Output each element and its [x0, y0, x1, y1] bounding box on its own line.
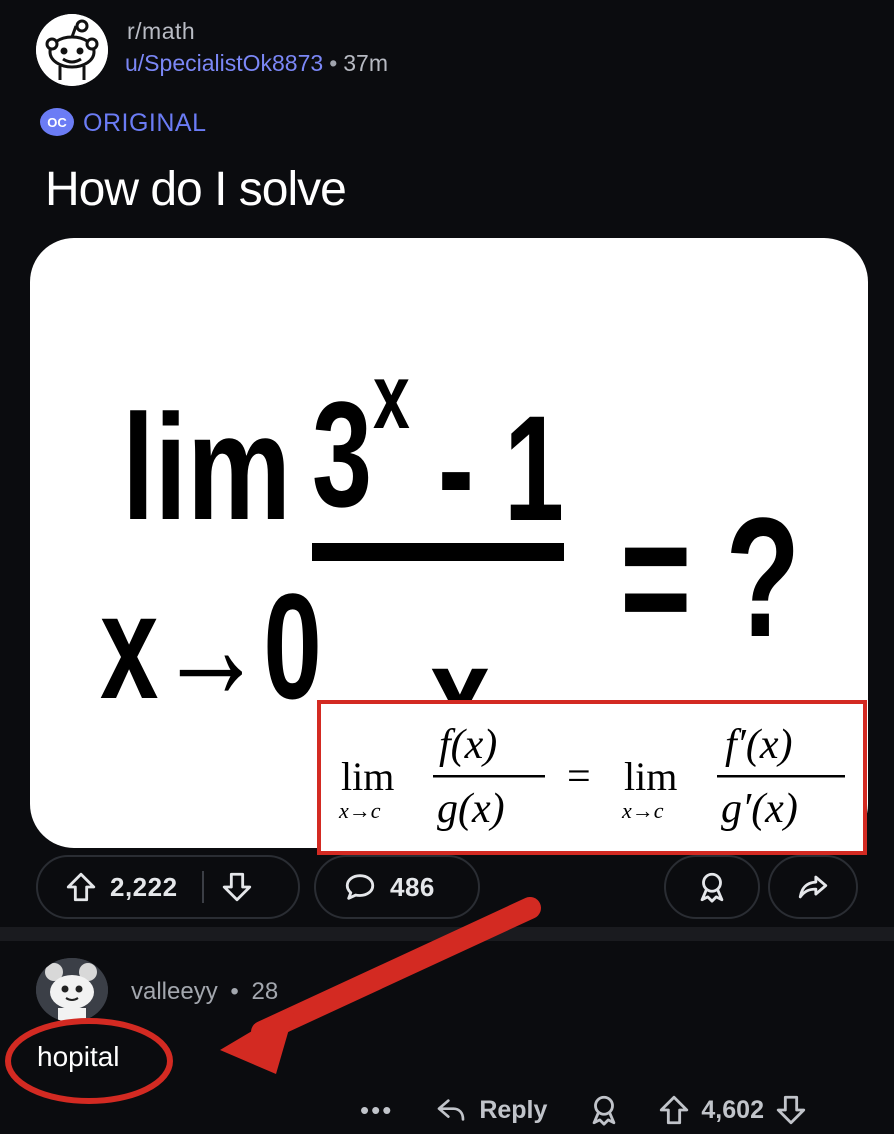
upvote-icon[interactable] [64, 870, 98, 904]
comment-body: hopital [37, 1041, 120, 1072]
comment-vote-count: 4,602 [701, 1095, 764, 1124]
comment-meta-separator: • [230, 978, 239, 1005]
post-author[interactable]: u/SpecialistOk8873 [125, 50, 323, 76]
vote-control: 2,222 [36, 855, 300, 919]
reply-button[interactable]: Reply [479, 1096, 547, 1125]
subreddit-name[interactable]: r/math [127, 18, 195, 45]
formula-rhs-bar [717, 775, 845, 778]
vote-divider [201, 871, 204, 903]
numerator-exponent: x [373, 344, 410, 447]
award-button[interactable] [664, 855, 760, 919]
award-icon [700, 872, 724, 903]
reddit-snoo-icon [36, 14, 108, 86]
comment-meta: valleeyy • 28 [131, 978, 278, 1006]
equals-question: = ? [620, 483, 800, 672]
numerator-minus-one: - 1 [438, 385, 564, 553]
limit-subscript: x→0 [100, 564, 322, 731]
comment-downvote-icon[interactable] [774, 1093, 808, 1127]
lhopital-rule-formula: lim x→c f(x) g(x) = lim x→c f′(x) g′(x) [317, 700, 867, 855]
formula-lhs-bar [433, 775, 545, 778]
formula-equals: = [567, 754, 591, 800]
share-icon [798, 875, 828, 899]
formula-rhs-sub: x→c [621, 798, 664, 823]
lhopital-formula-svg: lim x→c f(x) g(x) = lim x→c f′(x) g′(x) [338, 722, 845, 832]
post-title[interactable]: How do I solve [45, 162, 347, 217]
downvote-icon[interactable] [220, 870, 254, 904]
comment-author[interactable]: valleeyy [131, 978, 218, 1005]
oc-icon: OC [40, 108, 74, 136]
snoo-avatar-icon [36, 958, 108, 1022]
comment-count: 486 [390, 871, 435, 902]
comment-actions: ••• Reply 4,602 [360, 1090, 808, 1130]
formula-rhs-denominator: g′(x) [721, 786, 798, 832]
section-divider [0, 927, 894, 941]
subreddit-avatar[interactable] [36, 14, 108, 86]
comment-icon [345, 874, 375, 900]
post-meta: u/SpecialistOk8873 • 37m [125, 50, 388, 77]
more-options-button[interactable]: ••• [360, 1095, 393, 1126]
comment-award-icon[interactable] [587, 1093, 621, 1127]
formula-lhs-lim: lim [341, 754, 394, 799]
formula-lhs-sub: x→c [338, 798, 381, 823]
post-time: 37m [343, 50, 388, 76]
numerator-base: 3 [312, 371, 372, 539]
commenter-avatar[interactable] [36, 958, 108, 1022]
meta-separator: • [329, 50, 338, 76]
reply-icon[interactable] [433, 1094, 469, 1126]
comment-time: 28 [251, 978, 279, 1005]
formula-rhs-lim: lim [624, 754, 677, 799]
fraction-bar [312, 543, 564, 561]
limit-word: lim [122, 383, 291, 551]
comments-button[interactable]: 486 [314, 855, 480, 919]
upvote-count: 2,222 [110, 871, 178, 902]
formula-rhs-numerator: f′(x) [725, 722, 792, 768]
comment-upvote-icon[interactable] [657, 1093, 691, 1127]
share-button[interactable] [768, 855, 858, 919]
formula-lhs-denominator: g(x) [437, 786, 505, 832]
formula-lhs-numerator: f(x) [439, 722, 497, 768]
original-content-badge: ORIGINAL [83, 109, 207, 137]
